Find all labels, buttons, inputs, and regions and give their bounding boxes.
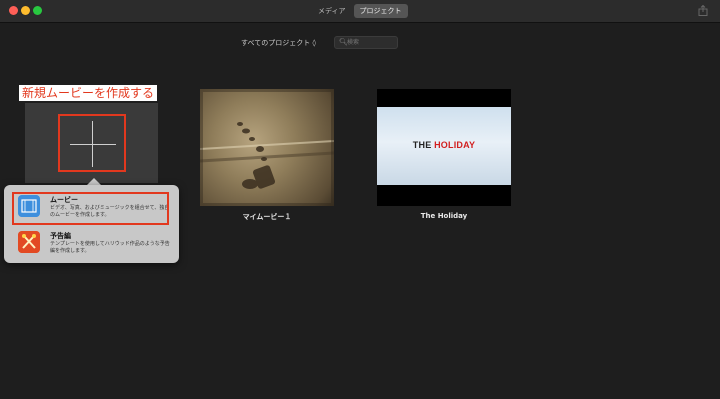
projects-toolbar: すべてのプロジェクト ◊ 🔍︎ — [0, 32, 720, 52]
annotation-highlight-box — [58, 114, 126, 172]
trailer-icon — [18, 231, 40, 253]
project-thumbnail-my-movie[interactable] — [200, 89, 334, 206]
holiday-title-card: THE HOLIDAY — [412, 140, 476, 150]
thumbnail-photo — [200, 89, 334, 206]
project-thumbnail-the-holiday[interactable]: THE HOLIDAY — [377, 89, 511, 206]
annotation-label: 新規ムービーを作成する — [19, 85, 158, 101]
imovie-window: メディア プロジェクト すべてのプロジェクト ◊ 🔍︎ 新規ムービーを作成する — [0, 0, 720, 399]
minimize-window-button[interactable] — [21, 6, 30, 15]
menu-item-trailer[interactable]: 予告編 テンプレートを使用してハリウッド作品のような予告編を作成します。 — [12, 228, 170, 262]
tab-projects[interactable]: プロジェクト — [353, 4, 408, 18]
plus-icon-vertical — [92, 121, 93, 167]
new-project-tile[interactable] — [25, 103, 158, 183]
annotation-highlight-movie — [12, 192, 169, 225]
view-segmented-control: メディア プロジェクト — [312, 4, 408, 18]
zoom-window-button[interactable] — [33, 6, 42, 15]
search-input[interactable] — [347, 37, 393, 48]
search-field[interactable]: 🔍︎ — [334, 36, 398, 49]
project-title-my-movie: マイムービー１ — [242, 213, 292, 221]
project-filter-dropdown[interactable]: すべてのプロジェクト ◊ — [241, 38, 316, 48]
project-title-the-holiday: The Holiday — [420, 212, 468, 220]
tab-media[interactable]: メディア — [312, 4, 352, 18]
close-window-button[interactable] — [9, 6, 18, 15]
trailer-description: テンプレートを使用してハリウッド作品のような予告編を作成します。 — [50, 241, 170, 254]
trailer-title: 予告編 — [50, 232, 71, 240]
holiday-snow-image: THE HOLIDAY — [377, 107, 511, 185]
plus-icon — [70, 144, 116, 145]
share-icon[interactable] — [698, 5, 708, 16]
title-bar: メディア プロジェクト — [0, 0, 720, 23]
